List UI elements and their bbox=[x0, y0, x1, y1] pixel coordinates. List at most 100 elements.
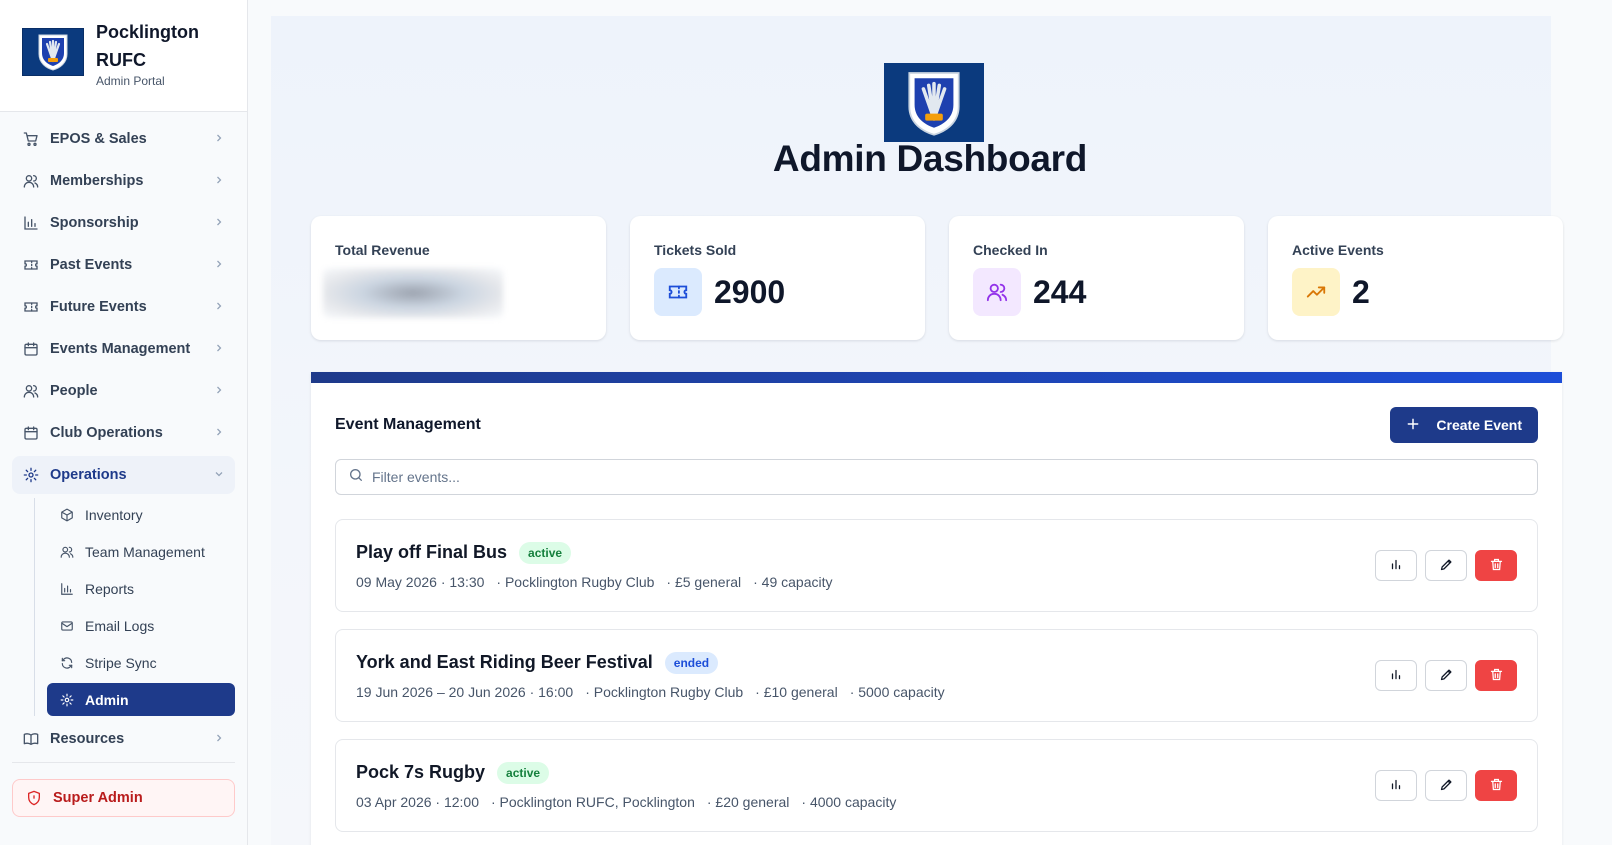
users-icon bbox=[22, 172, 40, 190]
sidebar-item-team-management[interactable]: Team Management bbox=[47, 535, 235, 568]
bar-chart-icon bbox=[1389, 667, 1403, 684]
chevron-right-icon bbox=[213, 132, 225, 147]
event-list: Play off Final Bus active 09 May 2026 · … bbox=[311, 495, 1562, 832]
edit-event-button[interactable] bbox=[1425, 660, 1467, 691]
event-price: · £5 general bbox=[666, 573, 742, 590]
event-stats-button[interactable] bbox=[1375, 660, 1417, 691]
page-title: Admin Dashboard bbox=[772, 138, 1088, 179]
sidebar-item-inventory[interactable]: Inventory bbox=[47, 498, 235, 531]
package-icon bbox=[59, 507, 75, 523]
event-stats-button[interactable] bbox=[1375, 550, 1417, 581]
stat-row: 2 bbox=[1292, 268, 1539, 316]
ticket-icon bbox=[22, 256, 40, 274]
event-management-header: Event Management Create Event bbox=[311, 383, 1562, 443]
stat-row: 2900 bbox=[654, 268, 901, 316]
nav-item-epos-sales[interactable]: EPOS & Sales bbox=[12, 120, 235, 158]
nav-item-memberships[interactable]: Memberships bbox=[12, 162, 235, 200]
trash-icon bbox=[1489, 667, 1504, 685]
stat-label: Active Events bbox=[1292, 242, 1384, 258]
event-venue: · Pocklington Rugby Club bbox=[496, 573, 655, 590]
event-capacity: · 49 capacity bbox=[753, 573, 833, 590]
search-input[interactable] bbox=[372, 469, 1525, 485]
nav-item-sponsorship[interactable]: Sponsorship bbox=[12, 204, 235, 242]
gear-icon bbox=[22, 466, 40, 484]
nav-label: Memberships bbox=[50, 173, 144, 189]
trending-up-icon bbox=[1292, 268, 1340, 316]
status-badge: ended bbox=[664, 651, 719, 674]
bar-chart-icon bbox=[59, 581, 75, 597]
delete-event-button[interactable] bbox=[1475, 770, 1517, 801]
nav-label: People bbox=[50, 383, 98, 399]
event-capacity: · 4000 capacity bbox=[801, 793, 897, 810]
sidebar-item-admin[interactable]: Admin bbox=[47, 683, 235, 716]
sidebar: Pocklington RUFC Admin Portal EPOS & Sal… bbox=[0, 0, 248, 845]
refresh-icon bbox=[59, 655, 75, 671]
stat-card-total-revenue: Total Revenue bbox=[311, 216, 606, 340]
nav-label: Past Events bbox=[50, 257, 133, 273]
stat-card-active-events: Active Events 2 bbox=[1268, 216, 1563, 340]
nav-label: Events Management bbox=[50, 341, 191, 357]
users-icon bbox=[22, 382, 40, 400]
edit-event-button[interactable] bbox=[1425, 770, 1467, 801]
sidebar-item-email-logs[interactable]: Email Logs bbox=[47, 609, 235, 642]
nav-item-people[interactable]: People bbox=[12, 372, 235, 410]
nav-label: Future Events bbox=[50, 299, 147, 315]
nav-label: Sponsorship bbox=[50, 215, 139, 231]
stat-value: 2900 bbox=[714, 273, 786, 310]
stat-card-tickets-sold: Tickets Sold 2900 bbox=[630, 216, 925, 340]
status-badge: active bbox=[519, 541, 572, 564]
bar-chart-icon bbox=[22, 214, 40, 232]
bar-chart-icon bbox=[1389, 777, 1403, 794]
calendar-icon bbox=[22, 424, 40, 442]
super-admin-button[interactable]: Super Admin bbox=[12, 779, 235, 817]
event-card[interactable]: Pock 7s Rugby active 03 Apr 2026 · 12:00… bbox=[335, 739, 1538, 832]
pencil-icon bbox=[1439, 667, 1454, 685]
club-name: Pocklington RUFC bbox=[96, 22, 199, 70]
chevron-right-icon bbox=[213, 216, 225, 231]
stat-row: 244 bbox=[973, 268, 1220, 316]
nav-item-future-events[interactable]: Future Events bbox=[12, 288, 235, 326]
event-search[interactable] bbox=[335, 459, 1538, 495]
delete-event-button[interactable] bbox=[1475, 660, 1517, 691]
event-date: 03 Apr 2026 · 12:00 bbox=[356, 793, 479, 810]
trash-icon bbox=[1489, 557, 1504, 575]
search-icon bbox=[348, 467, 364, 488]
users-icon bbox=[973, 268, 1021, 316]
nav-item-events-management[interactable]: Events Management bbox=[12, 330, 235, 368]
brand-header[interactable]: Pocklington RUFC Admin Portal bbox=[0, 0, 247, 112]
ticket-icon bbox=[654, 268, 702, 316]
nav-item-club-operations[interactable]: Club Operations bbox=[12, 414, 235, 452]
ticket-icon bbox=[22, 298, 40, 316]
event-venue: · Pocklington Rugby Club bbox=[585, 683, 744, 700]
nav-item-resources[interactable]: Resources bbox=[12, 720, 235, 758]
chevron-right-icon bbox=[213, 384, 225, 399]
event-card[interactable]: Play off Final Bus active 09 May 2026 · … bbox=[335, 519, 1538, 612]
event-name: Pock 7s Rugby bbox=[356, 762, 486, 782]
delete-event-button[interactable] bbox=[1475, 550, 1517, 581]
event-actions bbox=[1375, 550, 1517, 581]
nav-item-operations[interactable]: Operations bbox=[12, 456, 235, 494]
sidebar-item-reports[interactable]: Reports bbox=[47, 572, 235, 605]
event-price: · £20 general bbox=[706, 793, 790, 810]
chevron-right-icon bbox=[213, 732, 225, 747]
sidebar-item-stripe-sync[interactable]: Stripe Sync bbox=[47, 646, 235, 679]
chevron-right-icon bbox=[213, 300, 225, 315]
event-card[interactable]: York and East Riding Beer Festival ended… bbox=[335, 629, 1538, 722]
event-meta: 09 May 2026 · 13:30 · Pocklington Rugby … bbox=[356, 574, 833, 590]
event-stats-button[interactable] bbox=[1375, 770, 1417, 801]
sub-item-label: Team Management bbox=[85, 543, 205, 560]
super-admin-label: Super Admin bbox=[53, 790, 143, 806]
shield-icon bbox=[25, 789, 43, 807]
bar-chart-icon bbox=[1389, 557, 1403, 574]
pencil-icon bbox=[1439, 777, 1454, 795]
nav-item-past-events[interactable]: Past Events bbox=[12, 246, 235, 284]
club-crest-logo bbox=[22, 28, 84, 76]
edit-event-button[interactable] bbox=[1425, 550, 1467, 581]
create-event-button[interactable]: Create Event bbox=[1390, 407, 1538, 443]
pencil-icon bbox=[1439, 557, 1454, 575]
create-event-label: Create Event bbox=[1436, 417, 1522, 433]
nav-label: Resources bbox=[50, 731, 125, 747]
event-meta: 03 Apr 2026 · 12:00 · Pocklington RUFC, … bbox=[356, 794, 896, 810]
stat-label: Checked In bbox=[973, 242, 1048, 258]
event-meta: 19 Jun 2026 – 20 Jun 2026 · 16:00 · Pock… bbox=[356, 684, 945, 700]
